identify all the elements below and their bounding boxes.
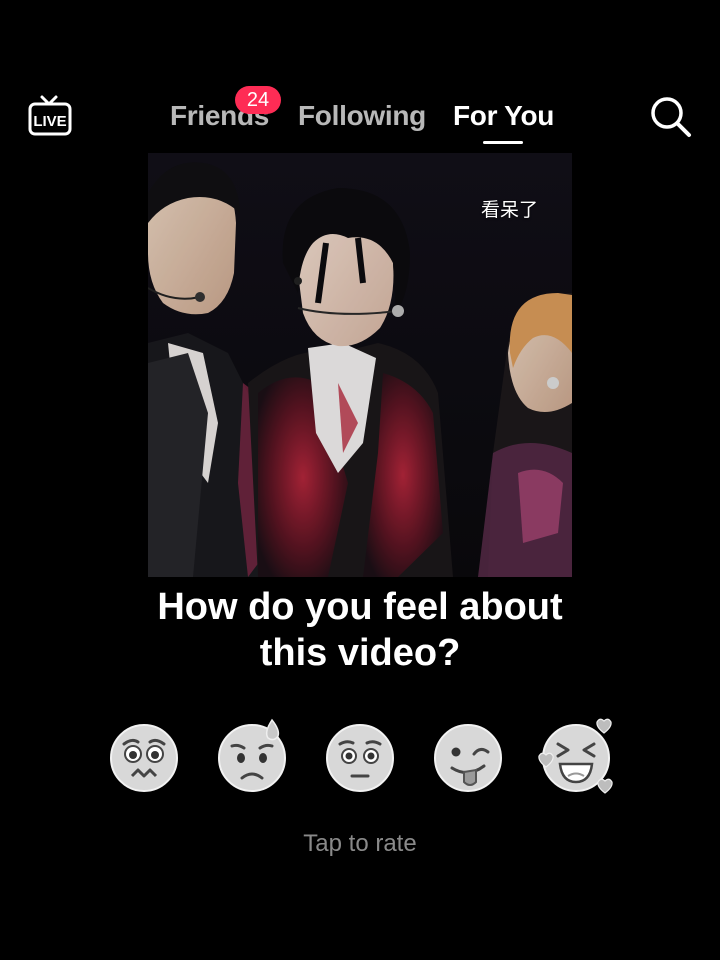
rating-option-1[interactable] xyxy=(104,716,184,796)
winking-tongue-face-icon xyxy=(434,724,502,792)
rating-question: How do you feel about this video? xyxy=(60,584,660,676)
rating-option-2[interactable] xyxy=(212,716,292,796)
rating-question-line-1: How do you feel about xyxy=(157,586,563,628)
top-navigation: LIVE Friends 24 Following For You xyxy=(0,80,720,152)
pleading-face-icon xyxy=(110,724,178,792)
feed-tabs: Friends 24 Following For You xyxy=(0,80,720,152)
tab-for-you[interactable]: For You xyxy=(453,98,554,134)
rating-option-3[interactable] xyxy=(320,716,400,796)
laughing-hearts-face-icon xyxy=(538,718,613,794)
rating-question-line-2: this video? xyxy=(259,632,461,674)
search-button[interactable] xyxy=(648,94,694,140)
friends-notification-badge: 24 xyxy=(235,86,281,114)
rating-options xyxy=(0,716,720,802)
flushed-face-icon xyxy=(326,724,394,792)
search-icon xyxy=(651,97,691,137)
video-caption: 看呆了 xyxy=(480,199,538,221)
rating-option-4[interactable] xyxy=(428,716,508,796)
active-tab-indicator xyxy=(483,141,523,144)
tap-to-rate-hint: Tap to rate xyxy=(303,830,417,857)
rating-option-5[interactable] xyxy=(536,716,616,796)
tab-following[interactable]: Following xyxy=(298,98,426,134)
video-player[interactable]: 看呆了 xyxy=(148,153,572,577)
sad-sweat-face-icon xyxy=(218,718,286,792)
